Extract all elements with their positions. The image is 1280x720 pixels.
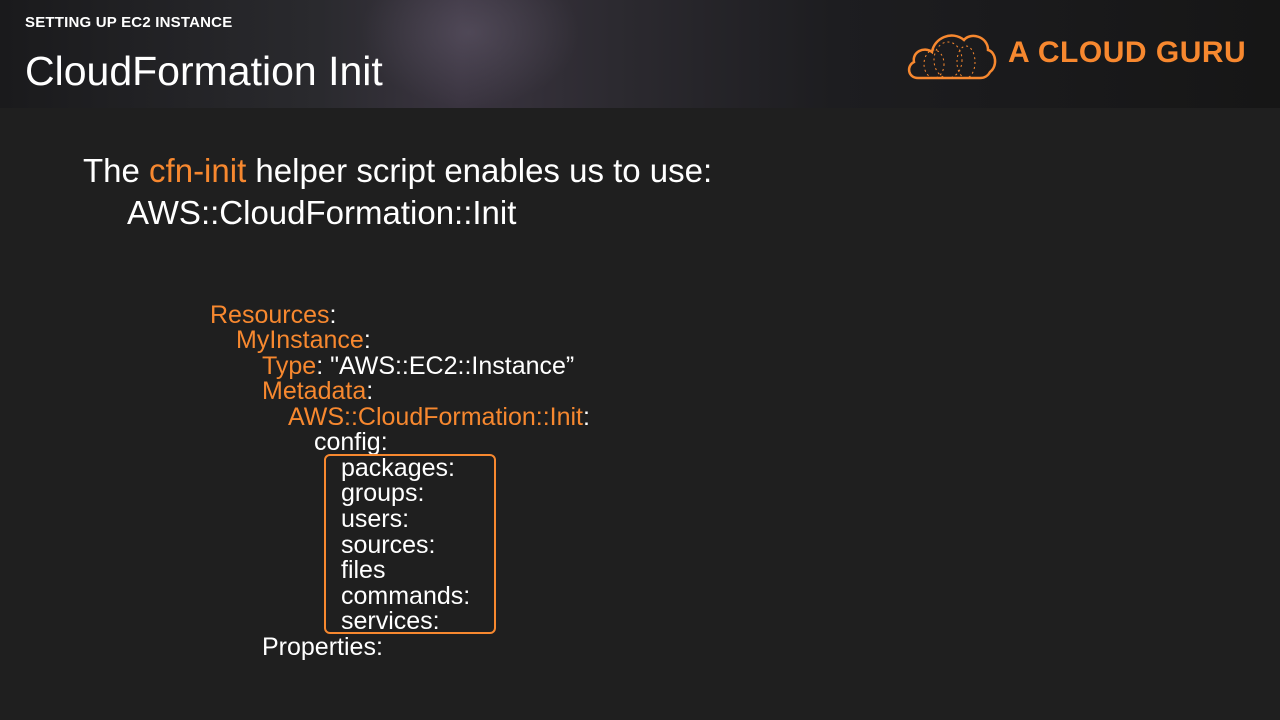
header-banner: SETTING UP EC2 INSTANCE CloudFormation I…	[0, 0, 1280, 108]
intro-prefix: The	[83, 152, 150, 189]
intro-line2: AWS::CloudFormation::Init	[127, 194, 517, 231]
type-key: Type	[262, 352, 317, 380]
type-value: : "AWS::EC2::Instance”	[316, 352, 575, 380]
myinstance-key: MyInstance	[236, 326, 364, 354]
brand-logo: A CLOUD GURU	[904, 26, 1254, 82]
config-highlight-box	[324, 454, 496, 634]
metadata-key: Metadata	[262, 377, 367, 405]
colon: :	[329, 301, 337, 329]
colon: :	[583, 403, 590, 431]
section-kicker: SETTING UP EC2 INSTANCE	[25, 14, 233, 31]
intro-text: The cfn-init helper script enables us to…	[83, 150, 712, 234]
brand-name: A CLOUD GURU	[1008, 36, 1247, 69]
slide-title: CloudFormation Init	[25, 48, 383, 94]
cloud-icon	[907, 34, 997, 80]
code-line-type: Type: "AWS::EC2::Instance”	[262, 352, 575, 380]
code-line-resources: Resources:	[210, 301, 337, 329]
init-key: AWS::CloudFormation::Init	[288, 403, 584, 431]
code-line-properties: Properties:	[262, 633, 383, 661]
code-line-metadata: Metadata:	[262, 377, 374, 405]
colon: :	[366, 377, 374, 405]
intro-suffix: helper script enables us to use:	[246, 152, 713, 189]
intro-highlight: cfn-init	[149, 152, 247, 189]
code-line-myinstance: MyInstance:	[236, 326, 371, 354]
colon: :	[363, 326, 371, 354]
code-line-init: AWS::CloudFormation::Init:	[288, 403, 590, 431]
resources-key: Resources	[210, 301, 330, 329]
code-line-config: config:	[314, 428, 388, 456]
